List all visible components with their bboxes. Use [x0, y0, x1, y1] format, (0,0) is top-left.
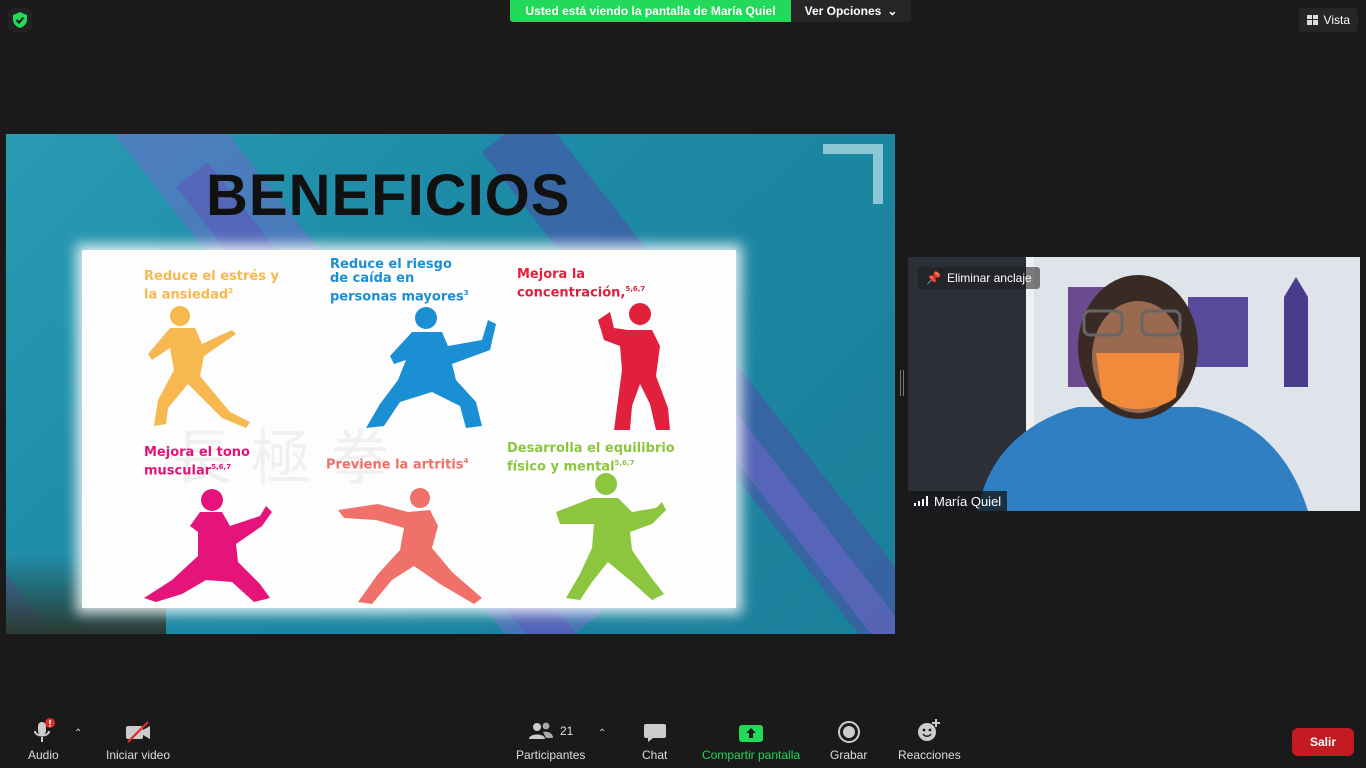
pin-icon: 📌 [926, 271, 941, 285]
unpin-button[interactable]: 📌 Eliminar anclaje [918, 267, 1040, 289]
benefit-ref: 5,6,7 [625, 285, 646, 293]
video-feed-image [908, 257, 1360, 511]
benefit-text: Reduce el estrés y la ansiedad [144, 269, 279, 303]
view-options-label: Ver Opciones [804, 4, 882, 18]
share-screen-button[interactable]: Compartir pantalla [702, 718, 800, 762]
start-video-button[interactable]: Iniciar video [106, 718, 170, 762]
participants-icon: 21 [528, 718, 573, 744]
chevron-down-icon: ⌄ [887, 4, 898, 18]
benefit-balance: Desarrolla el equilibrio físico y mental… [507, 441, 697, 475]
share-screen-icon [738, 718, 764, 744]
chat-bubble-icon [643, 718, 667, 744]
benefit-ref: 2 [228, 287, 234, 295]
tai-chi-figure-green [556, 473, 666, 600]
microphone-icon [30, 718, 56, 744]
participants-count: 21 [560, 724, 574, 738]
benefit-stress: Reduce el estrés y la ansiedad2 [144, 269, 284, 303]
grid-icon [1306, 15, 1318, 25]
record-label: Grabar [830, 748, 868, 762]
audio-options-caret[interactable]: ⌃ [74, 728, 82, 739]
tai-chi-figure-magenta [144, 489, 272, 602]
benefit-ref: 5,6,7 [614, 459, 635, 467]
reactions-smiley-icon [916, 718, 942, 744]
participant-nametag: María Quiel [908, 491, 1008, 511]
view-options-button[interactable]: Ver Opciones ⌄ [791, 0, 911, 22]
tai-chi-figure-blue [366, 307, 496, 428]
participants-button[interactable]: 21 Participantes [516, 718, 585, 762]
benefit-text: Mejora el tono muscular [144, 445, 250, 479]
chat-label: Chat [642, 748, 668, 762]
panel-resize-handle[interactable] [900, 370, 904, 396]
share-screen-label: Compartir pantalla [702, 748, 801, 762]
benefit-ref: 3 [463, 289, 469, 297]
screen-share-banner: Usted está viendo la pantalla de María Q… [510, 0, 911, 22]
participants-label: Participantes [516, 748, 586, 762]
benefit-ref: 4 [463, 457, 469, 465]
benefit-text: Desarrolla el equilibrio físico y mental [507, 441, 675, 475]
tai-chi-figure-red [598, 303, 670, 430]
record-icon [837, 718, 861, 744]
reactions-button[interactable]: Reacciones [898, 718, 961, 762]
participant-name: María Quiel [934, 493, 1002, 509]
participant-video[interactable]: 📌 Eliminar anclaje María Quiel [908, 257, 1360, 511]
video-camera-off-icon [124, 718, 152, 744]
view-label: Vista [1323, 13, 1350, 27]
participants-options-caret[interactable]: ⌃ [598, 728, 606, 739]
benefit-fall-risk: Reduce el riesgo de caída en personas ma… [330, 257, 470, 305]
benefit-ref: 5,6,7 [211, 463, 232, 471]
benefit-muscle-tone: Mejora el tono muscular5,6,7 [144, 445, 284, 479]
unpin-label: Eliminar anclaje [946, 271, 1032, 285]
tai-chi-figure-coral [338, 488, 482, 604]
benefit-arthritis: Previene la artritis4 [326, 454, 496, 472]
benefit-concentration: Mejora la concentración,5,6,7 [517, 267, 667, 301]
reactions-label: Reacciones [898, 748, 961, 762]
slide-title: BENEFICIOS [206, 163, 571, 228]
chat-button[interactable]: Chat [642, 718, 667, 762]
signal-strength-icon [914, 496, 928, 506]
benefits-card: 長 極 拳 Reduce el estrés y la ansiedad2 Re… [82, 250, 736, 608]
benefit-text: Mejora la concentración, [517, 267, 626, 301]
benefit-text: Previene la artritis [326, 457, 464, 473]
meeting-toolbar: Audio ⌃ Iniciar video 21 Participantes ⌃… [0, 712, 1366, 768]
leave-button[interactable]: Salir [1292, 728, 1354, 756]
audio-label: Audio [28, 748, 59, 762]
start-video-label: Iniciar video [106, 748, 171, 762]
benefit-text: Reduce el riesgo de caída en personas ma… [330, 257, 464, 305]
corner-decoration [823, 144, 883, 204]
security-shield-icon[interactable] [8, 8, 32, 32]
record-button[interactable]: Grabar [830, 718, 867, 762]
tai-chi-figure-yellow [148, 306, 250, 428]
view-button[interactable]: Vista [1298, 8, 1358, 32]
shared-screen: BENEFICIOS 長 極 拳 Reduce el estrés y la a… [6, 134, 895, 634]
viewing-screen-label: Usted está viendo la pantalla de María Q… [510, 0, 791, 22]
audio-button[interactable]: Audio [28, 718, 59, 762]
